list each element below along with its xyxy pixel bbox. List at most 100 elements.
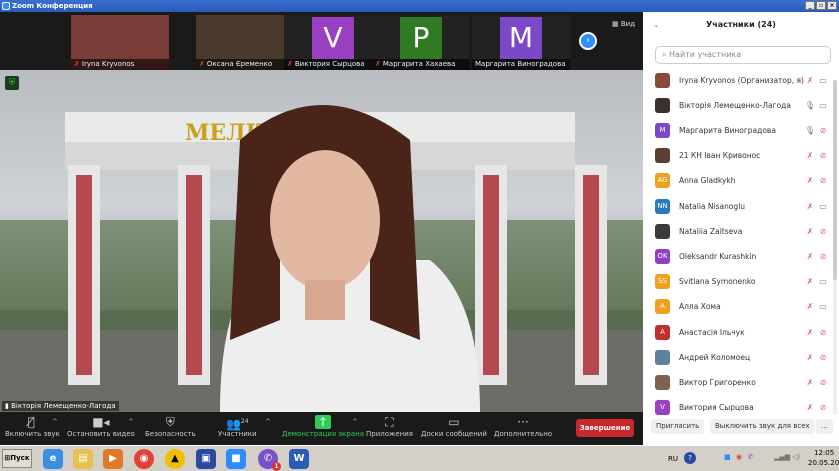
thumbnail-name-text: Маргарита Виноградова [475,60,566,68]
participant-row[interactable]: V Виктория Сырцова ✗ ⊘ [655,398,830,418]
participant-row[interactable]: A Анастасія Ільчук ✗ ⊘ [655,322,830,342]
participant-search-input[interactable]: ⌕ Найти участника [655,46,831,64]
participant-row[interactable]: A Алла Хома ✗ ▭ [655,297,830,317]
participants-options-caret[interactable]: ^ [265,418,271,426]
start-button[interactable]: ⊞Пуск [2,449,32,468]
participant-row[interactable]: 21 КН Іван Кривонос ✗ ⊘ [655,146,830,166]
participant-thumbnail[interactable]: V ✗ Виктория Сырцова [284,15,382,70]
viber-tray-icon[interactable]: ✆ [748,453,754,461]
camera-off-icon[interactable]: ⊘ [816,252,830,261]
participants-scrollbar[interactable] [833,80,837,415]
participant-thumbnail[interactable]: P ✗ Маргарита Хахаева [372,15,470,70]
chrome-tray-icon[interactable]: ◉ [736,453,742,461]
media-player-icon[interactable]: ▶ [103,449,123,469]
signal-icon: ▮ [5,402,9,410]
participant-avatar: AG [655,173,670,189]
share-label: Демонстрация экрана [282,430,364,438]
camera-icon[interactable]: ▭ [816,277,830,286]
thumbnail-name: ✗ Оксана Єременко [196,59,294,70]
participant-thumbnail[interactable]: ✗ Iryna Kryvonos [71,15,169,70]
participant-thumbnail[interactable]: ✗ Оксана Єременко [196,15,294,70]
camera-off-icon[interactable]: ⊘ [816,378,830,387]
mic-muted-icon[interactable]: ✗ [804,353,816,362]
mic-muted-icon[interactable]: ✗ [804,277,816,286]
zoom-taskbar-icon[interactable]: ■ [226,449,246,469]
network-icon[interactable]: ▂▄▆ [774,453,790,461]
internet-explorer-icon[interactable]: e [43,449,63,469]
participant-thumbnail[interactable]: M Маргарита Виноградова [472,15,570,70]
participant-avatar [655,97,670,113]
mic-muted-icon[interactable]: ✗ [804,76,816,85]
mic-muted-icon[interactable]: ✗ [804,378,816,387]
mic-muted-icon[interactable]: ✗ [804,227,816,236]
language-indicator[interactable]: RU [668,455,678,463]
viber-icon[interactable]: ✆ 1 [258,449,281,471]
mic-muted-icon[interactable]: ✗ [804,252,816,261]
mic-muted-icon: ✗ [375,60,381,68]
participant-row[interactable]: AG Anna Gladkykh ✗ ⊘ [655,171,830,191]
participant-row[interactable]: Nataliia Zaitseva ✗ ⊘ [655,221,830,241]
volume-icon[interactable]: ◁) [792,453,800,461]
mic-muted-icon[interactable]: ✗ [804,176,816,185]
whiteboards-button[interactable]: ▭ Доски сообщений [421,414,487,438]
participant-name: Вікторія Лемещенко-Лагода [679,100,791,110]
active-speaker-label: ▮ Вікторія Лемещенко-Лагода [2,401,119,411]
camera-icon[interactable]: ▭ [816,101,830,110]
participant-row[interactable]: NN Natalia Nisanoglu ✗ ▭ [655,196,830,216]
mic-muted-icon[interactable]: ✗ [804,328,816,337]
camera-icon[interactable]: ▭ [816,302,830,311]
mic-muted-icon[interactable]: ✗ [804,302,816,311]
next-page-button[interactable]: › [579,32,597,50]
mute-all-button[interactable]: Выключить звук для всех [710,419,815,434]
security-button[interactable]: ⛨ Безопасность [145,414,196,438]
mic-muted-icon[interactable]: ✗ [804,403,816,412]
panel-more-button[interactable]: ... [816,419,833,434]
audio-options-caret[interactable]: ^ [52,418,58,426]
shield-icon: ⛨ [165,415,175,429]
share-options-caret[interactable]: ^ [352,418,358,426]
chrome-icon[interactable]: ◉ [134,449,154,469]
save-icon[interactable]: ▣ [196,449,216,469]
camera-off-icon[interactable]: ⊘ [816,151,830,160]
encryption-shield-icon[interactable]: ⛨ [5,76,19,90]
participant-row[interactable]: SS Svitlana Symonenko ✗ ▭ [655,272,830,292]
stop-video-button[interactable]: ■◂ Остановить видео [67,414,135,438]
zoom-tray-icon[interactable]: ■ [724,453,731,461]
participants-button[interactable]: 👥24 Участники [218,414,257,438]
camera-icon[interactable]: ▭ [816,76,830,85]
participant-row[interactable]: OK Oleksandr Kurashkin ✗ ⊘ [655,246,830,266]
camera-off-icon[interactable]: ⊘ [816,227,830,236]
word-icon[interactable]: W [289,449,309,469]
camera-off-icon[interactable]: ⊘ [816,328,830,337]
camera-icon[interactable]: ▭ [816,202,830,211]
help-icon[interactable]: ? [684,452,696,464]
participant-row[interactable]: M Маргарита Виноградова 🎙 ⊘ [655,120,830,140]
clock-date[interactable]: 20.05.2022 [808,459,839,467]
view-button[interactable]: ▦ Вид [612,20,635,28]
mic-muted-icon: 🎙̸ [27,415,35,429]
participant-row[interactable]: Iryna Kryvonos (Организатор, я) ✗ ▭ [655,70,830,90]
video-options-caret[interactable]: ^ [128,418,134,426]
mic-muted-icon[interactable]: ✗ [804,202,816,211]
close-button[interactable]: × [827,1,837,10]
camera-off-icon[interactable]: ⊘ [816,353,830,362]
participant-row[interactable]: Андрей Коломоец ✗ ⊘ [655,347,830,367]
apps-button[interactable]: ⛶ Приложения [366,414,413,438]
maximize-button[interactable]: ▫ [816,1,826,10]
end-meeting-button[interactable]: Завершение [576,419,634,437]
mic-icon[interactable]: 🎙 [804,126,816,135]
mic-muted-icon[interactable]: ✗ [804,151,816,160]
more-button[interactable]: ··· Дополнительно [494,414,552,438]
mic-icon[interactable]: 🎙 [804,101,816,110]
participant-row[interactable]: Вікторія Лемещенко-Лагода 🎙 ▭ [655,95,830,115]
file-explorer-icon[interactable]: ▤ [73,449,93,469]
participant-name: Виктория Сырцова [679,403,754,413]
clock-time[interactable]: 12:05 [814,449,834,457]
aimp-icon[interactable]: ▲ [165,449,185,469]
camera-off-icon[interactable]: ⊘ [816,403,830,412]
camera-off-icon[interactable]: ⊘ [816,176,830,185]
invite-button[interactable]: Пригласить [651,419,705,434]
camera-off-icon[interactable]: ⊘ [816,126,830,135]
minimize-button[interactable]: _ [805,1,815,10]
participant-row[interactable]: Виктор Григоренко ✗ ⊘ [655,372,830,392]
